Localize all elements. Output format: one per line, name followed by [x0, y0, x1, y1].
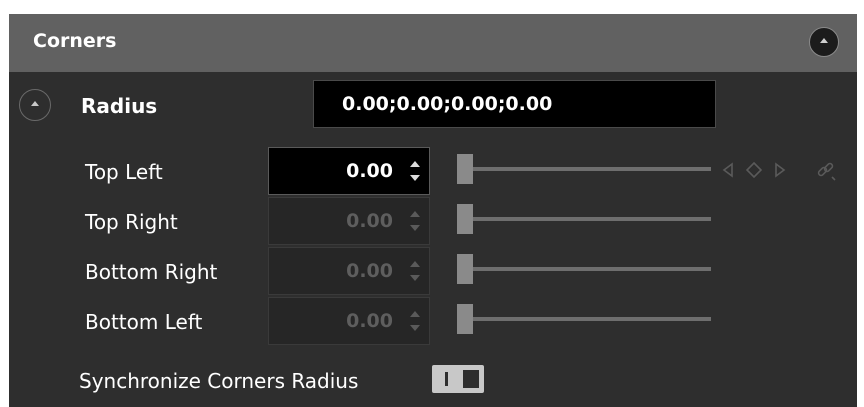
sync-corners-label: Synchronize Corners Radius [79, 369, 359, 393]
keyframe-diamond-icon[interactable] [745, 162, 763, 178]
sync-corners-toggle[interactable] [432, 365, 484, 393]
corners-panel: Corners Radius 0.00;0.00;0.00;0.00 Top L… [9, 14, 857, 407]
slider-thumb[interactable] [457, 254, 473, 284]
spin-arrows-icon[interactable] [409, 311, 421, 333]
radius-label: Radius [81, 94, 158, 118]
section-title: Corners [33, 30, 117, 52]
slider-thumb[interactable] [457, 204, 473, 234]
collapse-section-button[interactable] [809, 27, 839, 57]
radius-input[interactable]: 0.00;0.00;0.00;0.00 [313, 80, 716, 128]
corner-slider-top-right[interactable] [457, 204, 711, 234]
link-icon[interactable] [815, 160, 837, 182]
spin-arrows-icon[interactable] [409, 161, 421, 183]
corner-value: 0.00 [346, 210, 393, 232]
slider-thumb[interactable] [457, 154, 473, 184]
corner-label-top-right: Top Right [85, 210, 178, 234]
corner-value: 0.00 [346, 160, 393, 182]
slider-track [457, 267, 711, 271]
corner-spinbox-bottom-left[interactable]: 0.00 [268, 297, 430, 345]
slider-track [457, 167, 711, 171]
corner-slider-top-left[interactable] [457, 154, 711, 184]
toggle-knob [463, 370, 479, 388]
spin-arrows-icon[interactable] [409, 211, 421, 233]
corner-label-bottom-left: Bottom Left [85, 310, 203, 334]
section-header[interactable]: Corners [9, 14, 857, 72]
corner-spinbox-bottom-right[interactable]: 0.00 [268, 247, 430, 295]
radius-expand-button[interactable] [19, 89, 51, 121]
corner-label-bottom-right: Bottom Right [85, 260, 218, 284]
slider-track [457, 317, 711, 321]
corner-slider-bottom-left[interactable] [457, 304, 711, 334]
slider-track [457, 217, 711, 221]
slider-thumb[interactable] [457, 304, 473, 334]
prev-keyframe-icon[interactable] [721, 162, 735, 178]
corner-spinbox-top-left[interactable]: 0.00 [268, 147, 430, 195]
corner-label-top-left: Top Left [85, 160, 163, 184]
corner-value: 0.00 [346, 310, 393, 332]
corner-value: 0.00 [346, 260, 393, 282]
corner-slider-bottom-right[interactable] [457, 254, 711, 284]
next-keyframe-icon[interactable] [773, 162, 787, 178]
spin-arrows-icon[interactable] [409, 261, 421, 283]
corner-spinbox-top-right[interactable]: 0.00 [268, 197, 430, 245]
